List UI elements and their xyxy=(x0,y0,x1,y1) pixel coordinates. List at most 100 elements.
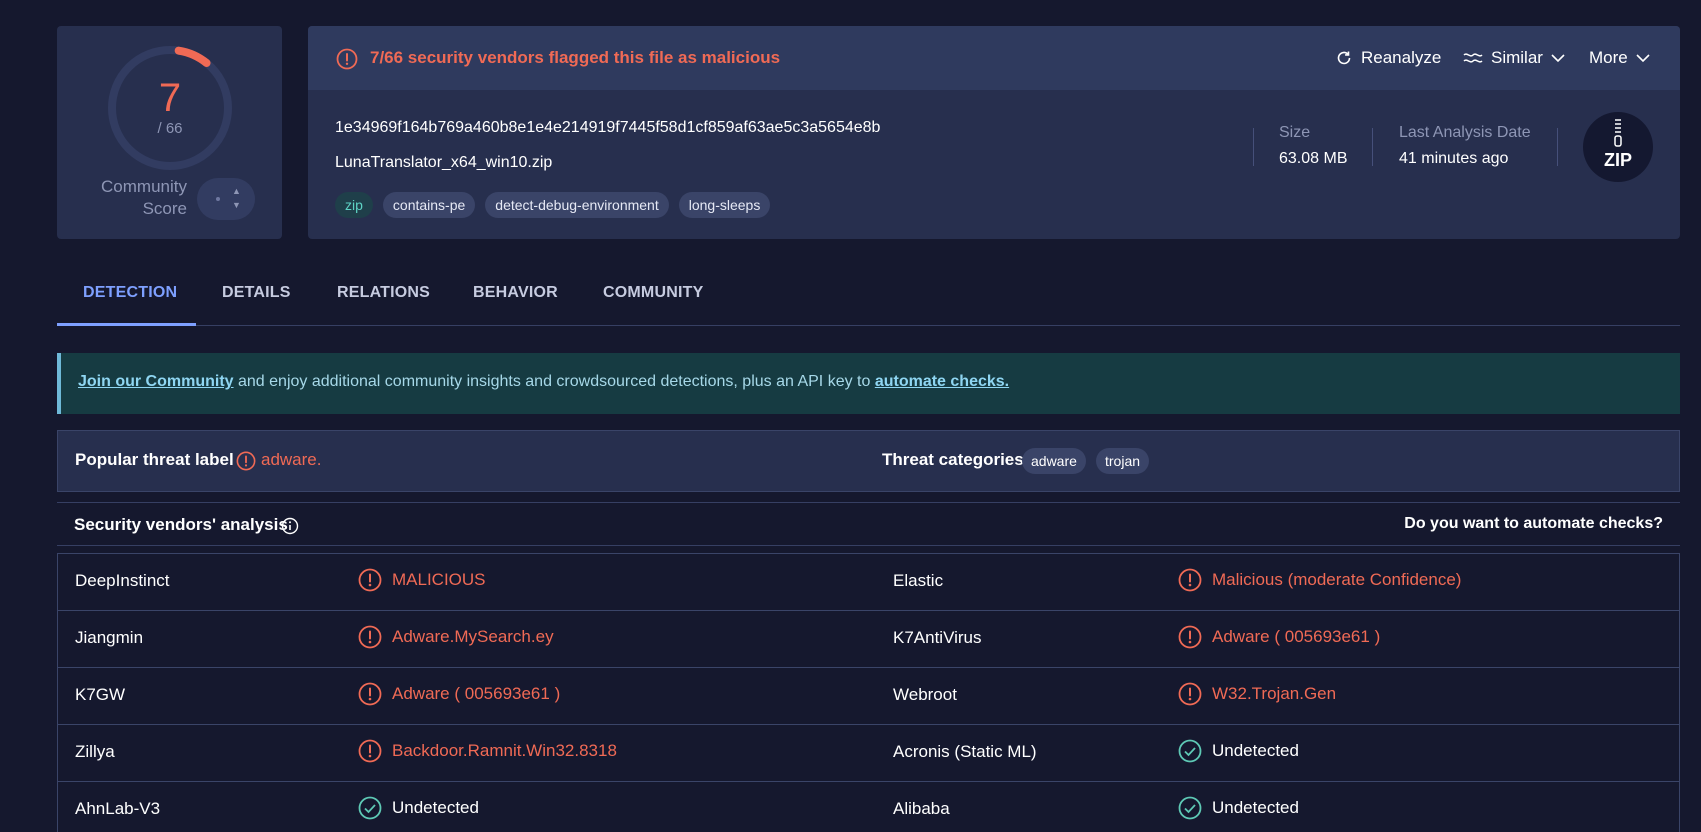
tab-relations[interactable]: RELATIONS xyxy=(337,284,430,302)
vendor-result: Adware.MySearch.ey xyxy=(358,625,554,649)
tab-behavior[interactable]: BEHAVIOR xyxy=(473,284,558,302)
tag-long-sleeps[interactable]: long-sleeps xyxy=(678,192,771,218)
size-label: Size xyxy=(1279,124,1311,141)
active-tab-indicator xyxy=(57,323,196,326)
last-analysis-value: 41 minutes ago xyxy=(1399,150,1509,167)
popular-threat-value[interactable]: adware. xyxy=(261,450,321,470)
join-community-link[interactable]: Join our Community xyxy=(78,373,234,390)
vendor-result-label: Undetected xyxy=(392,798,479,817)
meta-divider xyxy=(1372,128,1373,166)
size-value: 63.08 MB xyxy=(1279,150,1348,167)
alert-icon xyxy=(358,568,382,592)
tab-community[interactable]: COMMUNITY xyxy=(603,284,703,302)
vendor-result-label: Adware ( 005693e61 ) xyxy=(1212,627,1381,646)
check-circle-icon xyxy=(1178,796,1202,820)
file-summary-card: 7/66 security vendors flagged this file … xyxy=(308,26,1680,239)
vendor-name: K7AntiVirus xyxy=(893,628,982,647)
file-name: LunaTranslator_x64_win10.zip xyxy=(335,154,553,171)
similar-button[interactable]: Similar xyxy=(1463,48,1565,68)
vendor-result: Undetected xyxy=(1178,796,1299,820)
community-score-label: Community Score xyxy=(101,177,187,218)
vendor-result-label: Adware.MySearch.ey xyxy=(392,627,554,646)
community-vote-control[interactable]: ▲ ▼ xyxy=(197,178,255,220)
vendor-row: DeepInstinct MALICIOUS Elastic Malicious (m… xyxy=(58,554,1679,611)
detection-total: / 66 xyxy=(157,120,183,137)
vendor-name: Acronis (Static ML) xyxy=(893,742,1037,761)
vendor-row: AhnLab-V3 Undetected Alibaba Undetected xyxy=(58,782,1679,832)
check-circle-icon xyxy=(358,796,382,820)
tag-contains-pe[interactable]: contains-pe xyxy=(382,192,476,218)
vendor-name: Zillya xyxy=(75,742,115,761)
vendor-name: AhnLab-V3 xyxy=(75,799,161,818)
vendors-title: Security vendors' analysis xyxy=(74,515,288,534)
threat-categories-label: Threat categories xyxy=(882,450,1024,469)
category-trojan[interactable]: trojan xyxy=(1096,448,1150,474)
meta-divider xyxy=(1557,128,1558,166)
vendor-name: K7GW xyxy=(75,685,126,704)
tag-zip[interactable]: zip xyxy=(335,192,373,218)
join-community-banner: Join our Community and enjoy additional … xyxy=(57,353,1680,414)
vendor-result: Undetected xyxy=(358,796,479,820)
vendor-result: MALICIOUS xyxy=(358,568,486,592)
vendor-result: Adware ( 005693e61 ) xyxy=(358,682,560,706)
alert-icon xyxy=(236,451,256,471)
alert-icon xyxy=(336,48,358,70)
chevron-down-icon xyxy=(1636,54,1650,63)
upvote-icon[interactable]: ▲ xyxy=(232,186,241,196)
file-type-badge: ZIP xyxy=(1583,112,1653,182)
vendor-result-label: Adware ( 005693e61 ) xyxy=(392,684,561,703)
vendor-result-label: Malicious (moderate Confidence) xyxy=(1212,570,1462,589)
alert-text: 7/66 security vendors flagged this file … xyxy=(370,48,781,67)
detection-count: 7 xyxy=(158,76,182,120)
threat-summary: Popular threat label adware. Threat cate… xyxy=(57,430,1680,492)
alert-icon xyxy=(358,625,382,649)
vendor-result-label: Undetected xyxy=(1212,741,1299,760)
file-type-label: ZIP xyxy=(1603,150,1632,170)
alert-icon xyxy=(358,682,382,706)
vendor-result-label: W32.Trojan.Gen xyxy=(1212,684,1337,703)
vendor-result-label: MALICIOUS xyxy=(392,570,486,589)
alert-icon xyxy=(1178,568,1202,592)
automate-checks-link[interactable]: automate checks. xyxy=(875,373,1009,390)
community-score-dot xyxy=(216,197,220,201)
vendor-row: K7GW Adware ( 005693e61 ) Webroot W32.Troja… xyxy=(58,668,1679,725)
vendor-name: Alibaba xyxy=(893,799,950,818)
reanalyze-button[interactable]: Reanalyze xyxy=(1335,48,1441,68)
tab-details[interactable]: DETAILS xyxy=(222,284,291,302)
vendors-header: Security vendors' analysis Do you want t… xyxy=(57,502,1680,546)
more-button[interactable]: More xyxy=(1589,48,1650,68)
vendor-result: Backdoor.Ramnit.Win32.8318 xyxy=(358,739,617,763)
automate-checks-prompt[interactable]: Do you want to automate checks? xyxy=(1404,515,1663,533)
vendor-result: W32.Trojan.Gen xyxy=(1178,682,1336,706)
alert-icon xyxy=(1178,682,1202,706)
downvote-icon[interactable]: ▼ xyxy=(232,200,241,210)
similar-label: Similar xyxy=(1491,48,1543,67)
vendor-name: Webroot xyxy=(893,685,957,704)
score-card: 7 / 66 Community Score ▲ ▼ xyxy=(57,26,282,239)
popular-threat-label: Popular threat label xyxy=(75,450,234,469)
alert-bar: 7/66 security vendors flagged this file … xyxy=(308,26,1680,90)
tag-detect-debug-environment[interactable]: detect-debug-environment xyxy=(485,192,669,218)
vendor-name: Jiangmin xyxy=(75,628,144,647)
alert-icon xyxy=(358,739,382,763)
category-adware[interactable]: adware xyxy=(1022,448,1086,474)
vendor-row: Jiangmin Adware.MySearch.ey K7AntiVirus Adw… xyxy=(58,611,1679,668)
vendor-name: DeepInstinct xyxy=(75,571,170,590)
file-hash[interactable]: 1e34969f164b769a460b8e1e4e214919f7445f58… xyxy=(335,119,880,137)
chevron-down-icon xyxy=(1551,54,1565,63)
vendor-result-label: Undetected xyxy=(1212,798,1299,817)
vendor-result: Undetected xyxy=(1178,739,1299,763)
tab-detection[interactable]: DETECTION xyxy=(83,284,177,302)
reanalyze-label: Reanalyze xyxy=(1361,48,1442,67)
vendor-result: Malicious (moderate Confidence) xyxy=(1178,568,1461,592)
check-circle-icon xyxy=(1178,739,1202,763)
refresh-icon xyxy=(1337,51,1351,65)
more-label: More xyxy=(1589,48,1628,67)
vendor-name: Elastic xyxy=(893,571,944,590)
zipper-icon xyxy=(1614,119,1622,147)
meta-divider xyxy=(1253,128,1254,166)
tab-bar: DETECTION DETAILS RELATIONS BEHAVIOR COM… xyxy=(57,270,1680,326)
file-tags: zip contains-pe detect-debug-environment… xyxy=(335,192,771,218)
vendor-table: DeepInstinct MALICIOUS Elastic Malicious (m… xyxy=(57,553,1680,832)
info-icon[interactable] xyxy=(281,517,299,535)
